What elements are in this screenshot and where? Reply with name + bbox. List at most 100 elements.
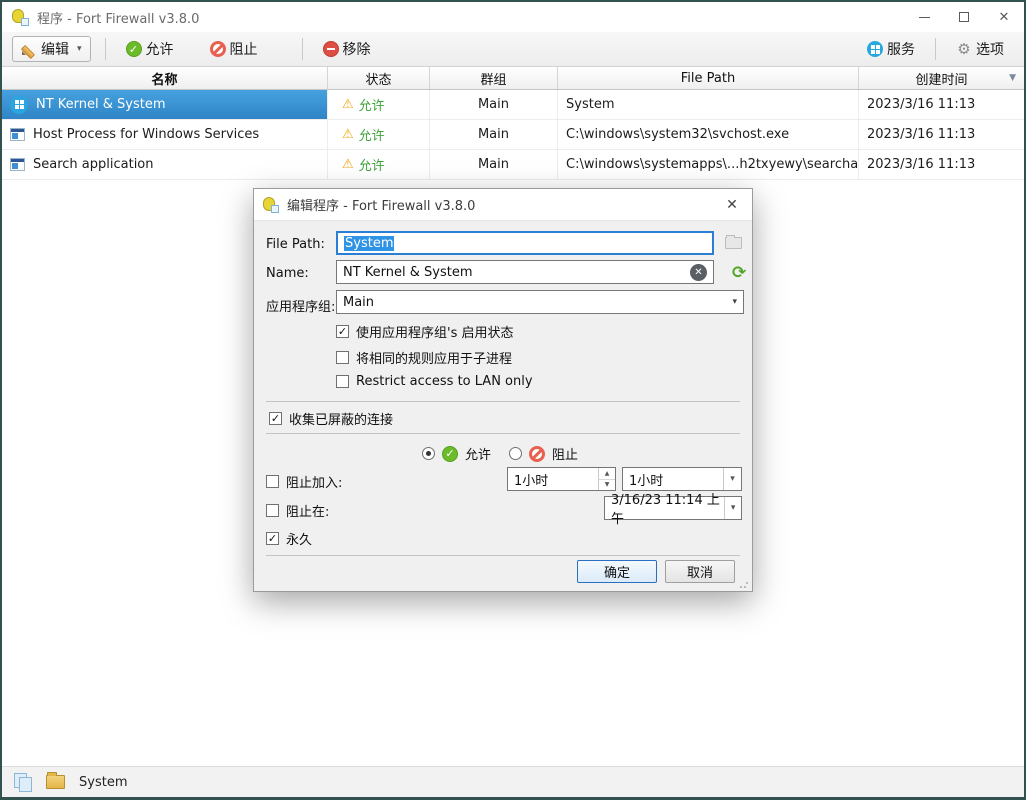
status-bar: System	[2, 766, 1024, 797]
apply-child-checkbox[interactable]: ✓ 将相同的规则应用于子进程	[336, 348, 512, 367]
separator	[266, 433, 740, 434]
column-header-filepath[interactable]: File Path	[558, 67, 859, 89]
row-group-cell: Main	[430, 150, 558, 179]
allow-check-icon: ✓	[126, 41, 142, 57]
column-header-name[interactable]: 名称	[2, 67, 328, 89]
remove-button[interactable]: 移除	[317, 39, 377, 59]
app-group-label: 应用程序组:	[266, 296, 335, 315]
row-name-cell[interactable]: Search application	[2, 150, 328, 179]
program-name: Host Process for Windows Services	[33, 127, 259, 142]
pencil-icon	[21, 42, 36, 57]
minimize-icon	[919, 17, 930, 18]
row-name-cell[interactable]: NT Kernel & System	[2, 90, 328, 119]
allow-button-label: 允许	[146, 39, 174, 59]
app-logo-icon	[12, 9, 29, 26]
clear-icon[interactable]: ✕	[690, 264, 707, 281]
column-header-created[interactable]: 创建时间 ▼	[859, 67, 1024, 89]
chevron-down-icon: ▾	[724, 497, 741, 519]
column-header-status[interactable]: 状态	[328, 67, 430, 89]
dialog-close-button[interactable]: ✕	[712, 189, 752, 221]
browse-folder-button[interactable]	[720, 231, 747, 255]
dialog-body: File Path: System Name: NT Kernel & Syst…	[254, 221, 752, 592]
services-icon	[867, 41, 883, 57]
row-name-cell[interactable]: Host Process for Windows Services	[2, 120, 328, 149]
edit-button[interactable]: 编辑 ▾	[12, 36, 91, 62]
chevron-down-icon: ▾	[77, 44, 82, 54]
app-logo-icon	[263, 197, 279, 213]
block-datetime-value: 3/16/23 11:14 上午	[611, 489, 724, 527]
name-input[interactable]: NT Kernel & System ✕	[336, 260, 714, 284]
radio-label: 阻止	[552, 444, 578, 463]
row-path-cell: System	[558, 90, 859, 119]
use-group-state-checkbox[interactable]: ✓ 使用应用程序组's 启用状态	[336, 322, 513, 341]
app-group-select[interactable]: Main ▾	[336, 290, 744, 314]
column-header-group[interactable]: 群组	[430, 67, 558, 89]
forever-checkbox[interactable]: ✓ 永久	[266, 529, 312, 548]
separator	[266, 401, 740, 402]
chevron-down-icon: ▾	[723, 468, 741, 490]
ok-button[interactable]: 确定	[577, 560, 657, 583]
block-button[interactable]: 阻止	[204, 39, 264, 59]
allow-button[interactable]: ✓ 允许	[120, 39, 180, 59]
row-created-cell: 2023/3/16 11:13	[859, 120, 1024, 149]
statusbar-path-text: System	[79, 775, 127, 790]
status-text: 允许	[359, 95, 385, 114]
toolbar-separator	[935, 38, 936, 60]
options-button[interactable]: ⚙ 选项	[950, 39, 1010, 59]
services-button[interactable]: 服务	[861, 39, 921, 59]
app-group-value: Main	[343, 295, 374, 310]
block-duration-spinner[interactable]: 1小时 ▲ ▼	[507, 467, 616, 491]
block-at-checkbox[interactable]: ✓ 阻止在:	[266, 501, 329, 520]
dialog-titlebar: 编辑程序 - Fort Firewall v3.8.0 ✕	[254, 189, 752, 221]
block-datetime-picker[interactable]: 3/16/23 11:14 上午 ▾	[604, 496, 742, 520]
allow-radio[interactable]: ✓ 允许	[422, 444, 491, 463]
remove-minus-icon	[323, 41, 339, 57]
refresh-icon[interactable]: ⟳	[732, 263, 746, 283]
row-created-cell: 2023/3/16 11:13	[859, 150, 1024, 179]
table-header: 名称 状态 群组 File Path 创建时间 ▼	[2, 66, 1024, 90]
options-button-label: 选项	[976, 39, 1004, 59]
block-radio[interactable]: 阻止	[509, 444, 578, 463]
spin-up-icon[interactable]: ▲	[599, 468, 615, 480]
maximize-icon	[959, 12, 969, 22]
folder-icon[interactable]	[46, 775, 65, 789]
block-unit-select[interactable]: 1小时 ▾	[622, 467, 742, 491]
maximize-button[interactable]	[944, 2, 984, 32]
checkbox-icon: ✓	[266, 504, 279, 517]
checkbox-label: 阻止加入:	[286, 472, 342, 491]
lan-only-checkbox[interactable]: ✓ Restrict access to LAN only	[336, 374, 533, 389]
block-prohibit-icon	[529, 446, 545, 462]
allow-check-icon: ✓	[442, 446, 458, 462]
checkbox-label: 阻止在:	[286, 501, 329, 520]
row-status-cell: ⚠ 允许	[328, 120, 430, 149]
status-text: 允许	[359, 155, 385, 174]
checkbox-icon: ✓	[269, 412, 282, 425]
dialog-title: 编辑程序 - Fort Firewall v3.8.0	[287, 195, 475, 214]
file-path-input[interactable]: System	[336, 231, 714, 255]
name-value: NT Kernel & System	[343, 265, 473, 280]
collect-blocked-checkbox[interactable]: ✓ 收集已屏蔽的连接	[269, 409, 393, 428]
chevron-down-icon: ▾	[732, 297, 737, 307]
checkbox-label: 永久	[286, 529, 312, 548]
radio-icon	[509, 447, 522, 460]
toolbar: 编辑 ▾ ✓ 允许 阻止 移除 服务 ⚙ 选项	[2, 32, 1024, 66]
copy-icon[interactable]	[14, 773, 32, 791]
toolbar-separator	[105, 38, 106, 60]
row-created-cell: 2023/3/16 11:13	[859, 90, 1024, 119]
status-text: 允许	[359, 125, 385, 144]
minimize-button[interactable]	[904, 2, 944, 32]
checkbox-icon: ✓	[336, 325, 349, 338]
remove-button-label: 移除	[343, 39, 371, 59]
table-row[interactable]: Search application ⚠ 允许 Main C:\windows\…	[2, 150, 1024, 180]
block-in-checkbox[interactable]: ✓ 阻止加入:	[266, 472, 342, 491]
close-button[interactable]: ✕	[984, 2, 1024, 32]
table-row[interactable]: Host Process for Windows Services ⚠ 允许 M…	[2, 120, 1024, 150]
resize-grip[interactable]	[739, 579, 749, 589]
windows-logo-icon	[10, 96, 28, 114]
row-path-cell: C:\windows\systemapps\...h2txyewy\search…	[558, 150, 859, 179]
name-label: Name:	[266, 266, 309, 281]
spinner-buttons[interactable]: ▲ ▼	[598, 468, 615, 490]
table-row[interactable]: NT Kernel & System ⚠ 允许 Main System 2023…	[2, 90, 1024, 120]
row-group-cell: Main	[430, 90, 558, 119]
cancel-button[interactable]: 取消	[665, 560, 735, 583]
